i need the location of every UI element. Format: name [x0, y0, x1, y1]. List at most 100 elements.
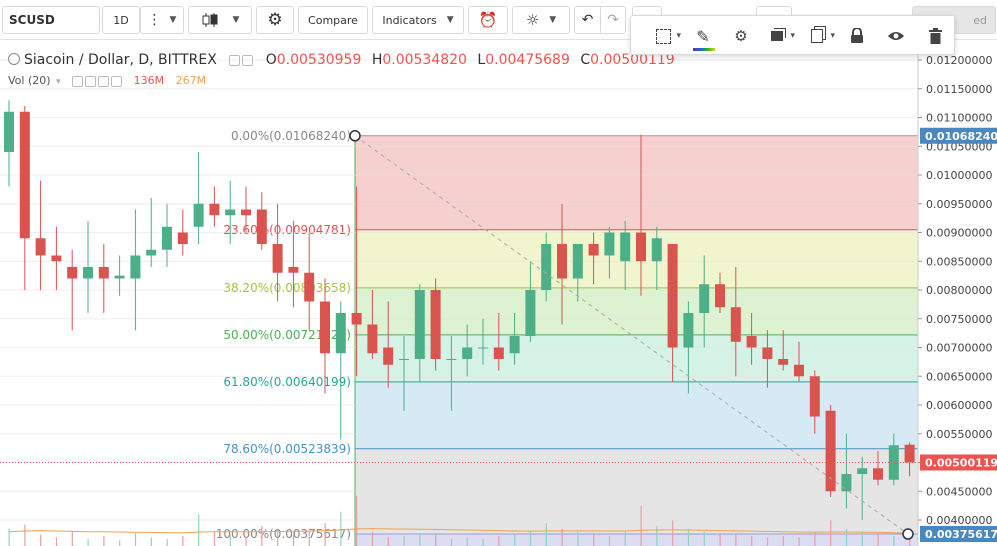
fib-level-label: 78.60%(0.00523839) — [223, 442, 351, 456]
axis-tick-label: 0.01000000 — [926, 169, 992, 182]
indicators-button[interactable]: Indicators ▼ — [372, 6, 464, 34]
layers-icon — [771, 31, 783, 41]
volume-bar — [150, 537, 152, 546]
candle-body — [651, 238, 662, 262]
compare-button[interactable]: Compare — [298, 6, 368, 34]
volume-bar — [40, 534, 42, 546]
volume-bar — [213, 531, 216, 546]
volume-bar — [687, 528, 690, 546]
settings-icon[interactable] — [242, 54, 254, 66]
close-label: C — [580, 52, 591, 68]
settings-icon[interactable] — [85, 75, 97, 87]
volume-bar — [435, 534, 437, 546]
candle-body — [746, 336, 757, 348]
price-axis[interactable]: 0.012000000.011500000.011000000.01050000… — [917, 40, 997, 546]
candles-icon — [202, 13, 218, 27]
lightbulb-icon: ☼ — [525, 11, 540, 29]
candle-body — [541, 244, 552, 290]
price-chart[interactable]: 0.00%(0.01068240) 23.60%(0.00904781) 38.20… — [0, 40, 997, 546]
selection-frame-icon — [655, 28, 671, 44]
open-label: O — [265, 52, 277, 68]
axis-tick-label: 0.00550000 — [926, 428, 992, 441]
volume-bar — [782, 536, 784, 546]
volume-bar — [577, 531, 579, 546]
delete-button[interactable] — [921, 23, 949, 49]
collapse-icon[interactable] — [8, 53, 20, 65]
volume-bar — [466, 537, 468, 546]
volume-bar — [482, 538, 484, 546]
volume-bar — [593, 533, 595, 546]
chevron-down-icon: ▼ — [446, 15, 454, 25]
volume-bar — [624, 531, 626, 546]
volume-bar — [134, 533, 137, 546]
chevron-down-icon[interactable]: ▾ — [56, 77, 61, 87]
high-label: H — [371, 52, 383, 68]
candle-body — [604, 232, 615, 256]
interval-button[interactable]: 1D — [102, 6, 140, 34]
visibility-button[interactable] — [882, 23, 910, 49]
candle-body — [288, 267, 299, 273]
candle-body — [51, 255, 62, 262]
lock-button[interactable] — [843, 23, 871, 49]
templates-button[interactable]: ☼ ▼ — [512, 6, 570, 34]
drawing-settings-button[interactable]: ⚙ — [727, 23, 755, 49]
undo-button[interactable]: ↶ — [574, 6, 600, 34]
candle-body — [715, 284, 725, 308]
candle-body — [162, 226, 172, 250]
chevron-down-icon: ▾ — [676, 31, 681, 41]
volume-bar — [545, 523, 547, 546]
chart-style-button[interactable]: ▼ — [188, 6, 252, 34]
interval-dropdown[interactable]: ⋮ ▼ — [140, 6, 184, 34]
volume-bar — [71, 531, 73, 546]
volume-bar — [419, 533, 421, 546]
volume-bar — [751, 536, 753, 546]
axis-tick-label: 0.00450000 — [926, 485, 992, 498]
candle-body — [272, 244, 283, 273]
fib-level-label: 38.20%(0.00803658) — [223, 281, 351, 295]
volume-bar — [24, 524, 26, 546]
chart-settings-button[interactable]: ⚙ — [256, 6, 294, 34]
line-color-button[interactable]: ✎ — [689, 23, 717, 51]
candle-body — [430, 290, 441, 359]
eye-icon[interactable] — [229, 54, 241, 66]
clone-button[interactable]: ▾ — [803, 23, 835, 49]
volume-bar — [387, 537, 389, 546]
pencil-color-icon: ✎ — [693, 27, 716, 51]
symbol-legend: Siacoin / Dollar, D, BITTREX O0.00530959… — [8, 52, 675, 68]
fib-level-label: 23.60%(0.00904781) — [223, 223, 351, 237]
candle-body — [335, 313, 346, 354]
alert-button[interactable]: ⏰ — [468, 6, 508, 34]
candle-body — [683, 313, 694, 348]
candle-body — [414, 290, 425, 359]
drawing-floating-toolbar: ▾ ✎ ⚙ ▾ ▾ — [630, 15, 955, 55]
layers-button[interactable]: ▾ — [763, 23, 795, 49]
candle-body — [177, 232, 188, 244]
close-icon[interactable] — [98, 75, 110, 87]
selection-frame-button[interactable]: ▾ — [649, 23, 681, 49]
redo-button[interactable]: ↷ — [600, 6, 626, 34]
alarm-clock-icon: ⏰ — [478, 11, 498, 29]
trash-icon — [928, 28, 942, 44]
redo-icon: ↷ — [607, 12, 619, 28]
volume-bar — [450, 538, 453, 546]
volume-label: Vol (20) — [8, 74, 51, 87]
more-vertical-icon: ⋮ — [147, 12, 162, 28]
low-value: 0.00475689 — [485, 52, 570, 68]
candle-body — [572, 244, 583, 279]
volume-bar — [529, 531, 532, 546]
fib-anchor-end — [902, 528, 914, 540]
chevron-down-icon: ▼ — [232, 15, 240, 25]
candle-body — [809, 376, 820, 417]
candle-body — [557, 244, 567, 279]
volume-bar — [703, 531, 705, 546]
eye-icon[interactable] — [72, 75, 84, 87]
volume-bar — [672, 520, 674, 546]
volume-bar — [182, 536, 184, 546]
symbol-search[interactable]: SCUSD — [2, 6, 100, 34]
candle-body — [146, 249, 157, 256]
candle-body — [351, 313, 362, 325]
candle-body — [241, 209, 251, 216]
volume-bar — [87, 538, 89, 546]
volume-ma-value: 267M — [175, 74, 207, 87]
more-icon[interactable] — [111, 75, 123, 87]
